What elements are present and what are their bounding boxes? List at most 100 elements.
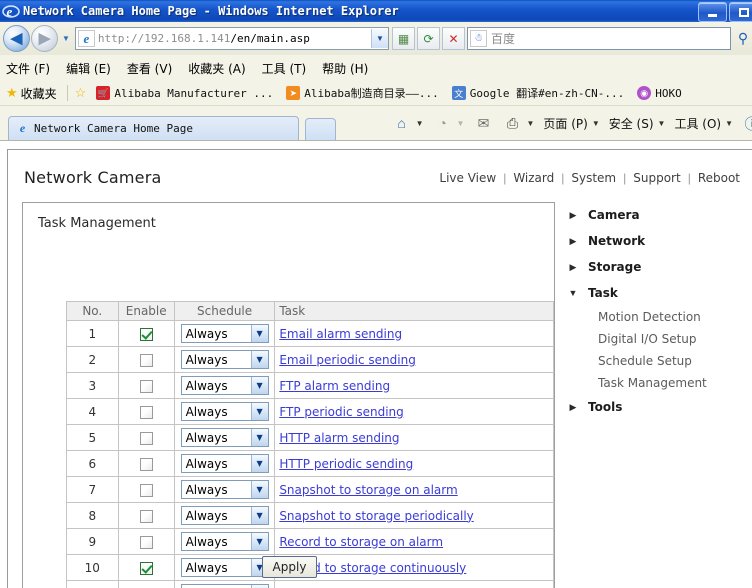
task-link[interactable]: FTP periodic sending (279, 405, 403, 419)
schedule-select[interactable]: Always▼ (180, 480, 269, 499)
compatibility-view-icon[interactable]: ▦ (392, 27, 415, 50)
task-link[interactable]: Record to storage on alarm (279, 535, 443, 549)
enable-checkbox[interactable] (139, 457, 153, 471)
sidebar-item-schedule-setup[interactable]: Schedule Setup (568, 350, 752, 372)
enable-checkbox[interactable] (139, 327, 153, 341)
page-menu-button[interactable]: 页面 (P) ▼ (543, 115, 599, 132)
schedule-select[interactable]: Always▼ (180, 402, 269, 421)
schedule-select[interactable]: Always▼ (180, 428, 269, 447)
address-host: http://192.168.1.141 (97, 32, 231, 45)
topnav-live-view[interactable]: Live View (439, 171, 496, 185)
chevron-down-icon: ▼ (568, 288, 578, 298)
task-link[interactable]: Snapshot to storage periodically (279, 509, 473, 523)
safety-menu-label: 安全 (S) (608, 116, 654, 131)
enable-checkbox[interactable] (139, 379, 153, 393)
topnav-support[interactable]: Support (633, 171, 680, 185)
schedule-select[interactable]: Always▼ (180, 506, 269, 525)
favorite-item-hoko[interactable]: ◉ HOKO (637, 86, 682, 100)
schedule-select[interactable]: Always▼ (180, 350, 269, 369)
maximize-button[interactable] (729, 2, 752, 22)
task-link[interactable]: HTTP alarm sending (279, 431, 399, 445)
sidebar-section-task[interactable]: ▼ Task (568, 280, 752, 306)
task-link[interactable]: HTTP periodic sending (279, 457, 413, 471)
schedule-select[interactable]: Always▼ (180, 454, 269, 473)
schedule-select-value: Always (185, 534, 228, 549)
home-button[interactable]: ⌂ ▼ (392, 114, 423, 132)
feeds-button[interactable]: ◔ ▼ (433, 114, 464, 132)
menu-file[interactable]: 文件 (F) (6, 60, 50, 77)
topnav-system[interactable]: System (571, 171, 616, 185)
chevron-right-icon: ▶ (569, 235, 577, 246)
menu-help[interactable]: 帮助 (H) (322, 60, 368, 77)
favorite-item-google-translate[interactable]: 文 Google 翻译#en-zh-CN-... (451, 85, 624, 101)
help-button[interactable]: ⓘ (742, 114, 752, 133)
favorite-item-alibaba-cn[interactable]: ➤ Alibaba制造商目录——... (286, 85, 439, 101)
apply-button[interactable]: Apply (261, 556, 318, 578)
back-button[interactable]: ◀ (3, 25, 30, 52)
sidebar-section-network[interactable]: ▶ Network (568, 228, 752, 254)
cell-no: 7 (66, 476, 119, 503)
enable-checkbox[interactable] (139, 405, 153, 419)
topnav-reboot[interactable]: Reboot (698, 171, 740, 185)
sidebar-section-camera[interactable]: ▶ Camera (568, 202, 752, 228)
apply-button-container: Apply (23, 556, 556, 578)
top-navigation: Live View | Wizard | System | Support | … (439, 171, 740, 185)
mail-button[interactable]: ✉ (473, 114, 493, 132)
menu-tools[interactable]: 工具 (T) (262, 60, 307, 77)
sidebar-item-motion-detection[interactable]: Motion Detection (568, 306, 752, 328)
sidebar-item-task-management[interactable]: Task Management (568, 372, 752, 394)
add-favorite-icon[interactable]: ☆ (75, 85, 87, 101)
schedule-select[interactable]: Always▼ (180, 532, 269, 551)
sidebar-item-digital-i-o-setup[interactable]: Digital I/O Setup (568, 328, 752, 350)
tools-menu-label: 工具 (O) (674, 116, 722, 131)
sidebar-section-tools[interactable]: ▶ Tools (568, 394, 752, 420)
table-row: 8 Always ▼ Snapshot to storage periodically (66, 502, 554, 529)
menu-view[interactable]: 查看 (V) (127, 60, 172, 77)
enable-checkbox[interactable] (139, 431, 153, 445)
favorite-item-alibaba-manufacturer[interactable]: 🛒 Alibaba Manufacturer ... (96, 86, 273, 100)
menu-favorites[interactable]: 收藏夹 (A) (188, 60, 245, 77)
search-box[interactable]: ☃ 百度 (467, 27, 731, 50)
recent-pages-caret-icon[interactable]: ▼ (62, 34, 70, 43)
schedule-select[interactable]: Always▼ (180, 376, 269, 395)
cell-enable (117, 502, 175, 529)
cell-schedule: Always ▼ (173, 320, 276, 347)
new-tab-button[interactable] (305, 118, 336, 140)
forward-button[interactable]: ▶ (31, 25, 58, 52)
star-icon: ★ (6, 85, 18, 100)
cell-no: 2 (66, 346, 119, 373)
enable-checkbox[interactable] (139, 509, 153, 523)
address-dropdown-button[interactable]: ▼ (371, 29, 388, 48)
enable-checkbox[interactable] (139, 535, 153, 549)
favorite-label: Alibaba制造商目录——... (304, 87, 439, 100)
schedule-select[interactable]: Always▼ (180, 324, 269, 343)
task-link[interactable]: Email alarm sending (279, 327, 402, 341)
table-row: 9 Always ▼ Record to storage on alarm (66, 528, 554, 555)
baidu-paw-icon: ☃ (470, 30, 487, 47)
minimize-button[interactable] (698, 2, 727, 22)
safety-menu-button[interactable]: 安全 (S) ▼ (609, 115, 666, 132)
refresh-icon[interactable]: ⟳ (417, 27, 440, 50)
magnifier-icon[interactable]: ⚲ (734, 28, 752, 49)
menu-edit[interactable]: 编辑 (E) (66, 60, 111, 77)
search-input[interactable]: 百度 (491, 30, 515, 47)
feeds-icon: ◔ (438, 115, 447, 131)
cell-schedule: Always ▼ (173, 372, 276, 399)
tab-network-camera-home-page[interactable]: e Network Camera Home Page (8, 116, 299, 140)
favorites-label[interactable]: 收藏夹 (21, 85, 57, 102)
print-button[interactable]: ⎙ ▼ (502, 114, 535, 132)
schedule-select-value: Always (185, 430, 228, 445)
schedule-select[interactable]: Always▼ (180, 584, 269, 588)
task-link[interactable]: Snapshot to storage on alarm (279, 483, 457, 497)
stop-icon[interactable]: ✕ (442, 27, 465, 50)
sidebar-section-storage[interactable]: ▶ Storage (568, 254, 752, 280)
topnav-wizard[interactable]: Wizard (513, 171, 554, 185)
task-link[interactable]: FTP alarm sending (279, 379, 390, 393)
tools-menu-button[interactable]: 工具 (O) ▼ (674, 115, 733, 132)
enable-checkbox[interactable] (139, 483, 153, 497)
address-bar[interactable]: e http://192.168.1.141/en/main.asp ▼ (74, 27, 389, 50)
cell-task: FTP alarm sending (274, 372, 554, 399)
task-link[interactable]: Email periodic sending (279, 353, 416, 367)
cell-enable (117, 580, 175, 588)
enable-checkbox[interactable] (139, 353, 153, 367)
